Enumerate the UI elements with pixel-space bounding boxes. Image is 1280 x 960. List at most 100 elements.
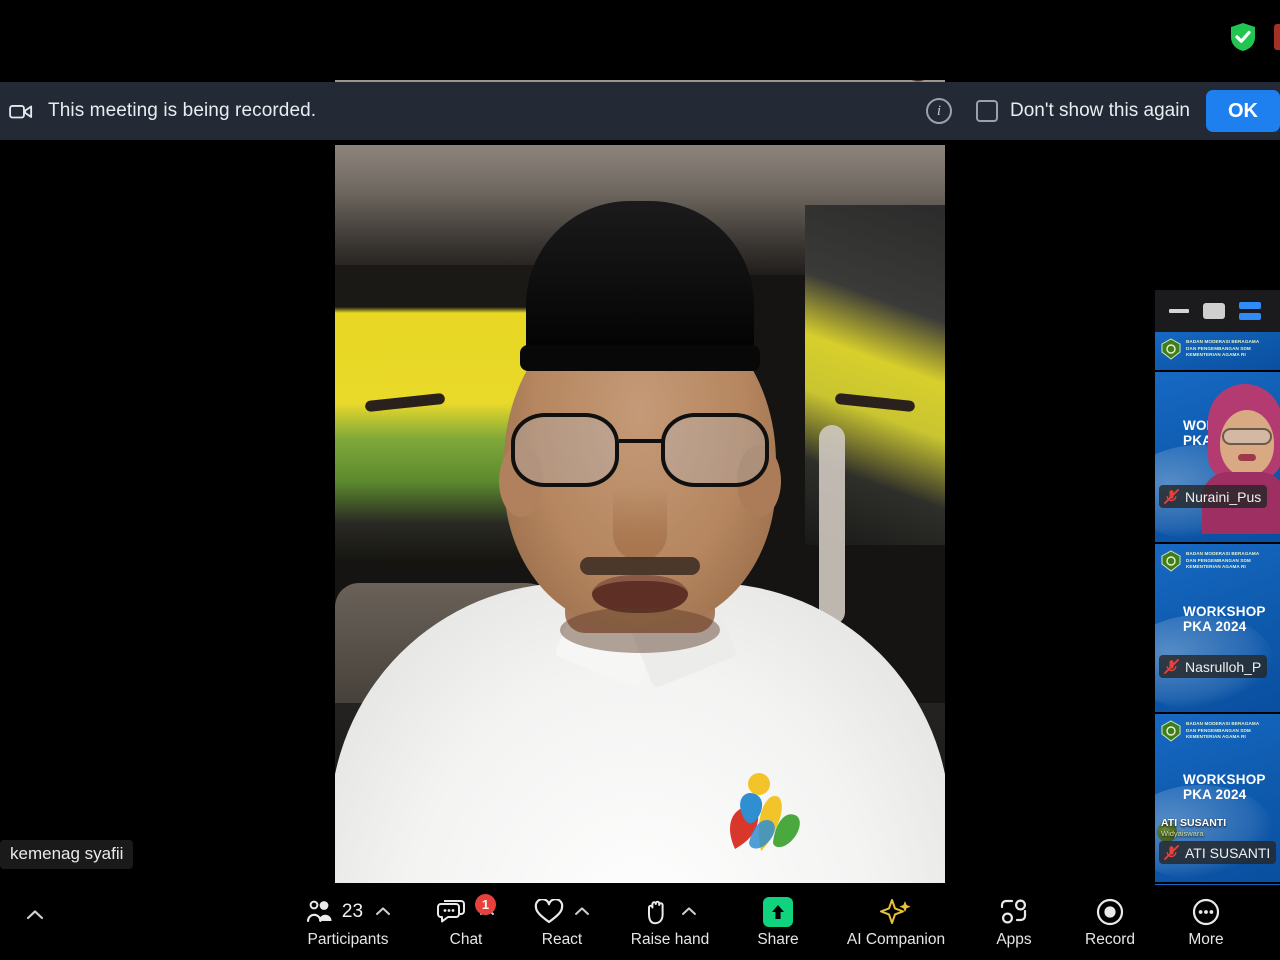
banner-actions: i Don't show this again OK bbox=[925, 82, 1280, 140]
glasses-lens-right bbox=[661, 413, 769, 487]
thumb-workshop-title: WORKSHOP PKA 2024 bbox=[1183, 604, 1266, 634]
org-line-1: BADAN MODERASI BERAGAMA bbox=[1186, 550, 1260, 556]
recording-notification-banner: This meeting is being recorded. i Don't … bbox=[0, 82, 1280, 140]
record-icon-row bbox=[1095, 897, 1125, 927]
ok-button[interactable]: OK bbox=[1206, 90, 1280, 132]
react-label: React bbox=[541, 930, 583, 948]
participant-name: Nuraini_Pus bbox=[1185, 488, 1262, 505]
participant-overlay-identity: ATI SUSANTI Widyaiswara bbox=[1161, 817, 1226, 838]
sparkle-icon bbox=[880, 898, 911, 924]
kemenag-emblem-group: BADAN MODERASI BERAGAMA DAN PENGEMBANGAN… bbox=[1161, 338, 1259, 360]
share-screen-icon bbox=[763, 896, 793, 927]
org-line-2: DAN PENGEMBANGAN SDM bbox=[1186, 557, 1251, 563]
record-button[interactable]: Record bbox=[1062, 888, 1158, 958]
share-button[interactable]: Share bbox=[730, 888, 826, 958]
person-lips bbox=[1238, 454, 1256, 461]
speaker-glasses bbox=[509, 413, 771, 491]
dont-show-again-checkbox[interactable] bbox=[975, 100, 998, 122]
more-button[interactable]: More bbox=[1158, 888, 1254, 958]
workshop-line-2: PKA 2024 bbox=[1183, 619, 1247, 635]
participants-label: Participants bbox=[307, 930, 389, 948]
chat-icon bbox=[437, 900, 465, 923]
kemenag-emblem-group: BADAN MODERASI BERAGAMA DAN PENGEMBANGAN… bbox=[1161, 720, 1259, 742]
dont-show-again-label: Don't show this again bbox=[1009, 100, 1190, 121]
toolbar-items: 23 Participants 1 Chat React Raise hand … bbox=[70, 888, 1280, 958]
active-speaker-video[interactable] bbox=[335, 145, 945, 883]
workshop-line-1: WORKSHOP bbox=[1183, 772, 1266, 787]
participant-thumbnail[interactable]: WOR PKA 2 Nuraini_Pus bbox=[1155, 372, 1280, 544]
recording-message: This meeting is being recorded. bbox=[48, 100, 317, 121]
ai-companion-icon-row bbox=[879, 897, 913, 927]
mic-muted-icon bbox=[1164, 659, 1179, 674]
participants-button[interactable]: 23 Participants bbox=[278, 888, 418, 958]
org-line-2: DAN PENGEMBANGAN SDM bbox=[1186, 345, 1251, 351]
chat-label: Chat bbox=[449, 930, 483, 948]
apps-icon-row bbox=[999, 897, 1029, 927]
raise-hand-button[interactable]: Raise hand bbox=[610, 888, 730, 958]
participant-video-person bbox=[1200, 384, 1280, 534]
window-edge-accent bbox=[1274, 24, 1280, 50]
glasses-bridge bbox=[619, 439, 663, 443]
org-line-3: KEMENTERIAN AGAMA RI bbox=[1186, 564, 1246, 570]
chat-button[interactable]: 1 Chat bbox=[418, 888, 514, 958]
participant-thumbnail[interactable]: BADAN MODERASI BERAGAMA DAN PENGEMBANGAN… bbox=[1155, 332, 1280, 372]
participant-thumbnail[interactable]: BADAN MODERASI BERAGAMA DAN PENGEMBANGAN… bbox=[1155, 714, 1280, 884]
participant-thumbnail-panel: BADAN MODERASI BERAGAMA DAN PENGEMBANGAN… bbox=[1155, 290, 1280, 960]
green-shield-check-icon[interactable] bbox=[1230, 22, 1256, 52]
speaker-chin-shadow bbox=[560, 607, 720, 653]
left-controls-caret[interactable] bbox=[0, 885, 70, 960]
react-caret[interactable] bbox=[574, 903, 590, 921]
apps-label: Apps bbox=[996, 930, 1032, 948]
thumb-workshop-title: WORKSHOP PKA 2024 bbox=[1183, 772, 1266, 802]
raise-hand-caret[interactable] bbox=[681, 903, 697, 921]
ai-companion-button[interactable]: AI Companion bbox=[826, 888, 966, 958]
heart-icon bbox=[534, 898, 564, 923]
raised-hand-icon bbox=[648, 900, 664, 924]
record-label: Record bbox=[1085, 930, 1135, 948]
more-label: More bbox=[1188, 930, 1224, 948]
apps-icon bbox=[1000, 898, 1027, 924]
info-icon[interactable]: i bbox=[925, 98, 952, 124]
kemenag-emblem bbox=[1161, 720, 1181, 742]
workshop-line-2: PKA 2024 bbox=[1183, 787, 1247, 803]
chat-unread-badge: 1 bbox=[475, 893, 496, 915]
kemenag-emblem-group: BADAN MODERASI BERAGAMA DAN PENGEMBANGAN… bbox=[1161, 550, 1259, 572]
org-line-1: BADAN MODERASI BERAGAMA bbox=[1186, 338, 1260, 344]
zoom-meeting-window: This meeting is being recorded. i Don't … bbox=[0, 0, 1280, 960]
view-layout-icon[interactable] bbox=[1239, 302, 1261, 320]
apps-button[interactable]: Apps bbox=[966, 888, 1062, 958]
share-label: Share bbox=[757, 930, 799, 948]
participant-name-bar: ATI SUSANTI bbox=[1159, 841, 1277, 864]
chevron-up-icon bbox=[26, 910, 44, 920]
org-line-1: BADAN MODERASI BERAGAMA bbox=[1186, 720, 1260, 726]
participants-icon bbox=[306, 900, 332, 922]
top-bar bbox=[0, 0, 1280, 80]
speaker-nose bbox=[613, 487, 667, 561]
org-line-3: KEMENTERIAN AGAMA RI bbox=[1186, 734, 1246, 740]
participant-name: ATI SUSANTI bbox=[1185, 844, 1271, 861]
minimize-icon[interactable] bbox=[1169, 309, 1189, 313]
person-glasses bbox=[1222, 428, 1272, 445]
meeting-stage: kemenag syafii BADAN MODERASI BERAGAMA D… bbox=[0, 140, 1280, 960]
participants-caret[interactable] bbox=[375, 903, 391, 921]
video-camera-icon bbox=[8, 100, 34, 122]
glasses-lens-left bbox=[511, 413, 619, 487]
org-line-2: DAN PENGEMBANGAN SDM bbox=[1186, 727, 1251, 733]
info-glyph: i bbox=[936, 102, 942, 119]
more-ellipsis-icon bbox=[1192, 898, 1220, 925]
participants-icon-row: 23 bbox=[305, 897, 391, 927]
speaker-mustache bbox=[580, 557, 700, 575]
car-pillar bbox=[819, 425, 845, 625]
participant-thumbnail[interactable]: BADAN MODERASI BERAGAMA DAN PENGEMBANGAN… bbox=[1155, 544, 1280, 714]
speaker-name-label: kemenag syafii bbox=[0, 840, 134, 869]
kemenag-org-text: BADAN MODERASI BERAGAMA DAN PENGEMBANGAN… bbox=[1186, 551, 1259, 572]
overlay-role: Widyaiswara bbox=[1161, 829, 1204, 838]
raise-hand-label: Raise hand bbox=[630, 930, 710, 948]
maximize-icon[interactable] bbox=[1203, 303, 1225, 319]
panel-controls bbox=[1155, 290, 1280, 332]
workshop-line-1: WORKSHOP bbox=[1183, 604, 1266, 619]
org-line-3: KEMENTERIAN AGAMA RI bbox=[1186, 352, 1246, 358]
react-icon-row bbox=[534, 897, 590, 927]
overlay-name: ATI SUSANTI bbox=[1161, 817, 1227, 829]
react-button[interactable]: React bbox=[514, 888, 610, 958]
